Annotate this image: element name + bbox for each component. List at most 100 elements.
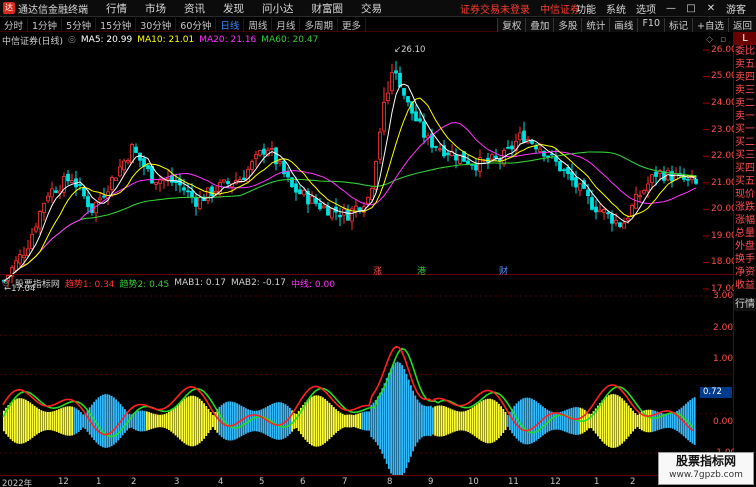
candle-body [154, 182, 158, 185]
indicator-bar [203, 403, 205, 439]
indicator-bar [535, 401, 538, 441]
price-tick: 21.00 [711, 178, 737, 188]
indicator-bar [55, 410, 58, 432]
date-tick: 3 [174, 477, 180, 487]
indicator-bar [172, 408, 175, 434]
candle-body [22, 254, 26, 259]
indicator-bar [625, 402, 628, 440]
indicator-bar [86, 410, 89, 432]
pane-expand-icon[interactable]: ◇ [706, 35, 713, 45]
side-price: 现价 [735, 189, 755, 200]
indicator-bar [469, 408, 472, 434]
indicator-bar [421, 404, 423, 438]
indicator-bar [462, 411, 465, 431]
indicator-bar [425, 406, 428, 436]
indicator-bar [451, 409, 454, 433]
indicator-bar [542, 406, 544, 436]
indicator-bar [546, 409, 549, 433]
kline-chart[interactable] [0, 0, 756, 487]
side-bid5: 买五 [735, 176, 755, 187]
indicator-bar [139, 410, 142, 432]
ma10-label: MA10: 21.01 [137, 35, 195, 45]
indicator-bar [187, 396, 190, 446]
side-net-assets: 净资 [735, 267, 755, 278]
candle-body [434, 146, 438, 148]
indicator-bar [328, 402, 331, 440]
candle-body [506, 146, 510, 149]
price-tick: 25.00 [711, 71, 737, 81]
date-tick: 2 [630, 477, 636, 487]
price-tick: 19.00 [711, 231, 737, 241]
candle-body [114, 177, 118, 181]
candle-body [654, 171, 658, 177]
candle-body [286, 171, 290, 178]
indicator-bar [614, 394, 617, 448]
candle-body [98, 197, 102, 201]
indicator-bar [308, 398, 311, 444]
indicator-bar [282, 403, 285, 439]
candle-body [138, 152, 142, 161]
candlestick-layer [2, 61, 698, 289]
candle-body [474, 164, 478, 171]
indicator-bar [566, 409, 568, 433]
indicator-bar [456, 411, 458, 431]
candle-body [562, 169, 566, 172]
price-tick: 18.00 [711, 257, 737, 267]
indicator-bar [568, 408, 571, 434]
indicator-bar [603, 398, 606, 444]
pane-divider[interactable] [0, 274, 733, 275]
date-tick: 2022年 [2, 479, 33, 487]
event-marker-hk[interactable]: 港 [417, 264, 426, 277]
indicator-bar [689, 399, 692, 443]
mab2-label: MAB2: -0.17 [230, 278, 286, 288]
candle-body [686, 178, 690, 181]
indicator-bar [610, 394, 612, 448]
indicator-bar [500, 406, 502, 436]
candle-body [390, 72, 394, 92]
indicator-bar [634, 413, 637, 429]
candle-body [618, 222, 622, 227]
settings-icon[interactable]: ◎ [68, 35, 76, 45]
price-tick: 26.00 [711, 45, 737, 55]
indicator-bar [335, 409, 337, 433]
indicator-bar [520, 399, 522, 443]
candle-body [402, 87, 406, 96]
candle-body [674, 173, 678, 180]
candle-body [254, 154, 258, 160]
indicator-bar [311, 396, 313, 446]
indicator-bar [319, 396, 322, 446]
indicator-name[interactable]: 股票指标网 [15, 277, 60, 290]
indicator-tick: 0.00 [713, 417, 734, 427]
indicator-bar [161, 414, 164, 428]
indicator-bar [64, 406, 67, 436]
indicator-bar [11, 400, 14, 442]
event-marker-finance[interactable]: 财 [499, 264, 508, 277]
indicator-bar [33, 405, 36, 437]
pane-close-icon[interactable]: ▫ [720, 35, 726, 45]
indicator-bar [192, 395, 194, 447]
event-marker-rise[interactable]: 涨 [373, 264, 382, 277]
indicator-bar [146, 411, 148, 431]
indicator-bar [480, 401, 483, 441]
indicator-bar [198, 398, 201, 444]
side-quotes-tab[interactable]: 行情 [734, 298, 756, 311]
indicator-bar [152, 413, 155, 429]
indicator-bar [49, 411, 51, 431]
date-tick: 12 [550, 477, 561, 487]
candle-body [322, 205, 326, 209]
date-tick: 12 [58, 477, 69, 487]
candle-body [642, 189, 646, 194]
side-level-label[interactable]: L [734, 32, 756, 45]
indicator-bar [368, 411, 370, 431]
indicator-bar [174, 406, 177, 436]
candle-body [30, 233, 34, 249]
date-tick: 9 [428, 477, 434, 487]
indicator-bar [143, 410, 146, 432]
candle-body [194, 197, 198, 207]
ma60-line [3, 151, 697, 282]
candle-body [170, 175, 174, 183]
indicator-bar [14, 399, 16, 443]
indicator-settings-icon[interactable]: ◎ [2, 278, 10, 288]
indicator-bar [110, 395, 113, 447]
indicator-bar [528, 397, 531, 445]
